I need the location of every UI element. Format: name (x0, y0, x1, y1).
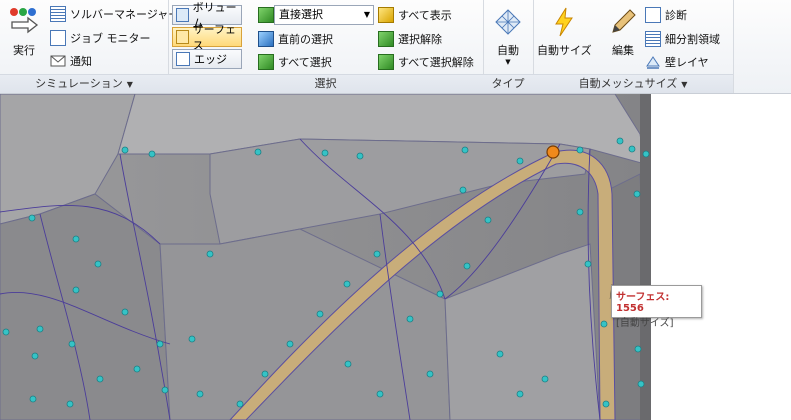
dropdown-arrow-icon: ▼ (363, 10, 370, 19)
subdivide-button[interactable]: 細分割領域 (645, 31, 720, 47)
lightning-icon (555, 7, 574, 37)
group-label-simulation-text: シミュレーション (35, 77, 123, 90)
tooltip-title: サーフェス: 1556 (616, 292, 670, 314)
select-mode-icon (258, 7, 274, 23)
diagnose-button[interactable]: 診断 (645, 7, 687, 23)
deselect-button[interactable]: 選択解除 (378, 31, 442, 47)
notify-label: 通知 (70, 55, 92, 68)
previous-selection-icon (258, 31, 274, 47)
previous-selection-button[interactable]: 直前の選択 (258, 31, 333, 47)
previous-selection-label: 直前の選択 (278, 33, 333, 46)
surface-icon (176, 30, 189, 44)
select-all-label: すべて選択 (278, 56, 332, 69)
group-automesh: 自動サイズ 編集 診断 細分割領域 壁レイヤ 自動メッシュサイズ ▼ (533, 0, 734, 93)
deselect-label: 選択解除 (398, 33, 442, 46)
solver-manager-label: ソルバーマネージャー (70, 8, 180, 21)
volume-icon (176, 8, 189, 22)
show-all-button[interactable]: すべて表示 (378, 7, 452, 23)
run-button[interactable]: 実行 (8, 6, 40, 58)
deselect-all-label: すべて選択解除 (398, 56, 474, 69)
solver-manager-icon (50, 6, 66, 22)
tooltip-subtitle: [自動サイズ] (616, 318, 674, 329)
edge-icon (176, 52, 190, 66)
active-node[interactable] (546, 145, 560, 159)
edge-button[interactable]: エッジ (172, 49, 242, 69)
deselect-icon (378, 31, 394, 47)
notify-button[interactable]: 通知 (50, 53, 92, 69)
deselect-all-button[interactable]: すべて選択解除 (378, 54, 474, 70)
envelope-icon (50, 55, 66, 67)
group-type: 自動 ▼ タイプ (483, 0, 534, 93)
mesh-type-icon (495, 9, 521, 35)
run-icon (10, 8, 39, 34)
auto-type-label: 自動 (497, 44, 519, 57)
surface-button[interactable]: サーフェス (172, 23, 242, 52)
select-all-icon (258, 54, 274, 70)
subdivide-icon (645, 31, 661, 47)
edit-label: 編集 (612, 44, 634, 57)
selection-mode-dropdown[interactable]: 直接選択 ▼ (274, 5, 374, 25)
dropdown-arrow-icon: ▼ (505, 58, 511, 66)
dropdown-arrow-icon: ▼ (681, 80, 688, 89)
group-label-selection-text: 選択 (314, 77, 337, 90)
auto-size-label: 自動サイズ (537, 44, 592, 57)
select-all-button[interactable]: すべて選択 (258, 54, 332, 70)
hover-tooltip: サーフェス: 1556 [自動サイズ] (611, 285, 702, 329)
show-all-label: すべて表示 (398, 9, 452, 22)
subdivide-label: 細分割領域 (665, 33, 720, 46)
diagnose-label: 診断 (665, 9, 687, 22)
ribbon-empty-area (733, 0, 791, 93)
wall-layer-icon (646, 56, 660, 69)
run-label: 実行 (13, 44, 35, 57)
pencil-icon (612, 9, 636, 33)
job-monitor-icon (50, 30, 66, 46)
group-label-type-text: タイプ (491, 77, 525, 90)
wall-layer-button[interactable]: 壁レイヤ (645, 54, 709, 70)
job-monitor-label: ジョブ モニター (70, 32, 151, 45)
3d-viewport[interactable]: サーフェス: 1556 [自動サイズ] (0, 94, 791, 420)
show-all-icon (378, 7, 394, 23)
auto-type-button[interactable]: 自動 ▼ (492, 6, 524, 66)
edge-label: エッジ (194, 53, 227, 66)
job-monitor-button[interactable]: ジョブ モニター (50, 30, 151, 46)
ribbon-toolbar: 実行 ソルバーマネージャー ジョブ モニター 通知 シミュレーション ▼ ボリュー… (0, 0, 791, 94)
dropdown-arrow-icon: ▼ (126, 80, 133, 89)
group-label-automesh-text: 自動メッシュサイズ (578, 77, 678, 90)
group-simulation: 実行 ソルバーマネージャー ジョブ モニター 通知 シミュレーション ▼ (0, 0, 179, 93)
wall-layer-label: 壁レイヤ (665, 56, 709, 69)
group-label-automesh[interactable]: 自動メッシュサイズ ▼ (533, 74, 733, 93)
auto-size-button[interactable]: 自動サイズ (537, 6, 592, 58)
selection-mode-value: 直接選択 (279, 8, 323, 21)
edit-button[interactable]: 編集 (607, 6, 639, 58)
deselect-all-icon (378, 54, 394, 70)
diagnose-icon (645, 7, 661, 23)
group-label-selection: 選択 (168, 74, 483, 93)
group-selection: ボリューム サーフェス エッジ 直接選択 ▼ 直前の選択 すべて選択 すべて表示 (168, 0, 484, 93)
group-label-type: タイプ (483, 74, 533, 93)
mesh-model[interactable] (0, 94, 791, 420)
solver-manager-button[interactable]: ソルバーマネージャー (50, 6, 179, 22)
group-label-simulation[interactable]: シミュレーション ▼ (0, 74, 168, 93)
